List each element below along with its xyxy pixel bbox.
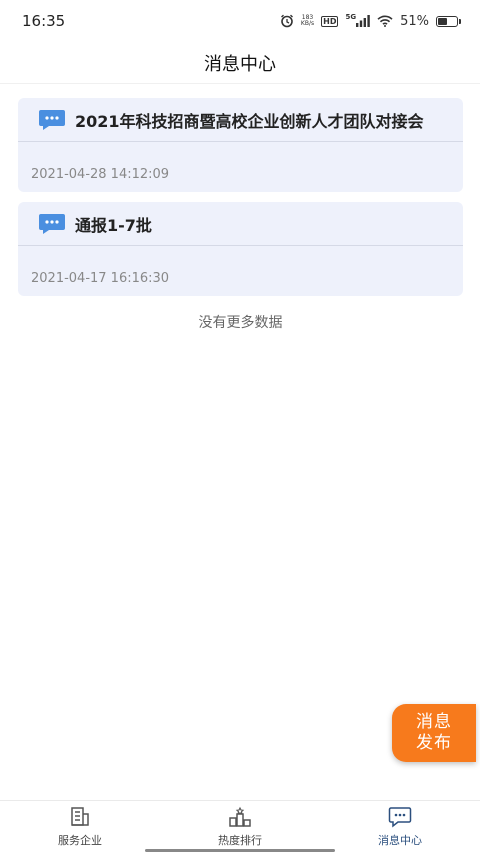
document-icon [71,807,89,826]
message-icon [388,807,412,828]
message-card[interactable]: 通报1-7批 2021-04-17 16:16:30 [18,202,463,296]
message-card[interactable]: 2021年科技招商暨高校企业创新人才团队对接会 2021-04-28 14:12… [18,98,463,192]
home-indicator[interactable] [145,849,335,852]
signal-icon: 5G [345,13,370,27]
tab-service-enterprise[interactable]: 服务企业 [0,801,160,853]
ranking-icon [229,806,251,827]
message-card-body: 2021-04-28 14:12:09 [18,142,463,192]
chat-bubble-icon [39,213,65,234]
battery-level [438,17,448,25]
wifi-icon [377,15,393,27]
page-title: 消息中心 [204,53,276,75]
network-type: 5G [345,13,357,21]
publish-label-line1: 消息 [416,712,452,732]
message-card-header: 2021年科技招商暨高校企业创新人才团队对接会 [18,98,463,142]
message-list: 2021年科技招商暨高校企业创新人才团队对接会 2021-04-28 14:12… [18,98,463,332]
tab-label: 消息中心 [378,834,422,847]
message-card-header: 通报1-7批 [18,202,463,246]
publish-label-line2: 发布 [416,733,452,753]
chat-bubble-icon [39,109,65,130]
tab-heat-ranking[interactable]: 热度排行 [160,801,320,853]
tab-label: 服务企业 [58,834,102,847]
alarm-icon [280,14,294,28]
status-icons: 183 KB/s HD 5G 51% [280,13,461,29]
no-more-data: 没有更多数据 [198,315,283,331]
status-time: 16:35 [22,12,66,30]
message-time: 2021-04-17 16:16:30 [31,271,170,286]
header: 消息中心 [0,42,480,84]
status-bar: 16:35 183 KB/s HD 5G 51% [0,0,480,42]
message-title: 2021年科技招商暨高校企业创新人才团队对接会 [75,111,424,131]
message-title: 通报1-7批 [75,215,152,235]
tab-bar: 服务企业 热度排行 消息中心 [0,800,480,853]
battery-percent: 51% [400,13,429,29]
hd-badge: HD [321,15,339,27]
message-card-body: 2021-04-17 16:16:30 [18,246,463,296]
net-speed-unit: KB/s [300,20,315,27]
net-speed: 183 KB/s [301,15,314,27]
message-time: 2021-04-28 14:12:09 [31,167,170,182]
tab-message-center[interactable]: 消息中心 [320,801,480,853]
tab-label: 热度排行 [218,834,262,847]
battery-icon [436,15,461,27]
publish-message-button[interactable]: 消息 发布 [392,704,476,762]
